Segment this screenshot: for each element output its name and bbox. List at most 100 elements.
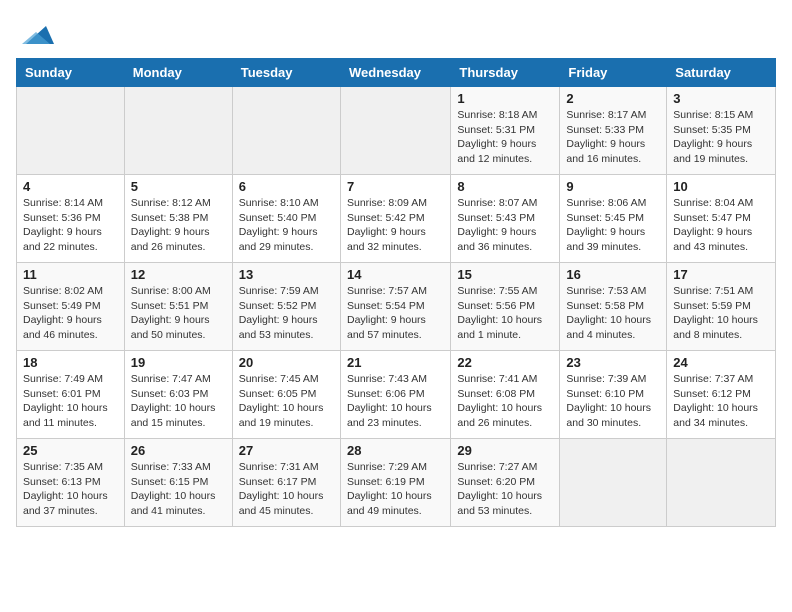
calendar-cell: [124, 87, 232, 175]
day-info: Sunrise: 8:09 AM Sunset: 5:42 PM Dayligh…: [347, 196, 444, 255]
weekday-header-monday: Monday: [124, 59, 232, 87]
day-number: 18: [23, 355, 118, 370]
day-number: 21: [347, 355, 444, 370]
calendar-cell: 17Sunrise: 7:51 AM Sunset: 5:59 PM Dayli…: [667, 263, 776, 351]
weekday-header-friday: Friday: [560, 59, 667, 87]
day-info: Sunrise: 7:37 AM Sunset: 6:12 PM Dayligh…: [673, 372, 769, 431]
day-number: 28: [347, 443, 444, 458]
calendar-cell: [340, 87, 450, 175]
day-info: Sunrise: 8:18 AM Sunset: 5:31 PM Dayligh…: [457, 108, 553, 167]
calendar-cell: 3 Sunrise: 8:15 AM Sunset: 5:35 PM Daylig…: [667, 87, 776, 175]
day-number: 29: [457, 443, 553, 458]
calendar-cell: 25 Sunrise: 7:35 AM Sunset: 6:13 PM Dayli…: [17, 439, 125, 527]
calendar-cell: 1 Sunrise: 8:18 AM Sunset: 5:31 PM Daylig…: [451, 87, 560, 175]
day-info: Sunrise: 8:14 AM Sunset: 5:36 PM Dayligh…: [23, 196, 118, 255]
weekday-header-row: SundayMondayTuesdayWednesdayThursdayFrid…: [17, 59, 776, 87]
calendar-cell: 24 Sunrise: 7:37 AM Sunset: 6:12 PM Dayli…: [667, 351, 776, 439]
calendar-cell: 13 Sunrise: 7:59 AM Sunset: 5:52 PM Dayli…: [232, 263, 340, 351]
weekday-header-saturday: Saturday: [667, 59, 776, 87]
day-number: 8: [457, 179, 553, 194]
day-info: Sunrise: 7:33 AM Sunset: 6:15 PM Dayligh…: [131, 460, 226, 519]
day-number: 17: [673, 267, 769, 282]
day-info: Sunrise: 7:41 AM Sunset: 6:08 PM Dayligh…: [457, 372, 553, 431]
day-info: Sunrise: 7:31 AM Sunset: 6:17 PM Dayligh…: [239, 460, 334, 519]
calendar-cell: 8 Sunrise: 8:07 AM Sunset: 5:43 PM Daylig…: [451, 175, 560, 263]
calendar-week-1: 1 Sunrise: 8:18 AM Sunset: 5:31 PM Daylig…: [17, 87, 776, 175]
calendar-cell: [17, 87, 125, 175]
day-info: Sunrise: 7:49 AM Sunset: 6:01 PM Dayligh…: [23, 372, 118, 431]
calendar-cell: 5Sunrise: 8:12 AM Sunset: 5:38 PM Daylig…: [124, 175, 232, 263]
day-number: 11: [23, 267, 118, 282]
calendar-week-3: 11 Sunrise: 8:02 AM Sunset: 5:49 PM Dayli…: [17, 263, 776, 351]
day-number: 15: [457, 267, 553, 282]
day-info: Sunrise: 7:27 AM Sunset: 6:20 PM Dayligh…: [457, 460, 553, 519]
calendar-cell: [232, 87, 340, 175]
day-info: Sunrise: 7:57 AM Sunset: 5:54 PM Dayligh…: [347, 284, 444, 343]
day-info: Sunrise: 7:35 AM Sunset: 6:13 PM Dayligh…: [23, 460, 118, 519]
day-info: Sunrise: 7:29 AM Sunset: 6:19 PM Dayligh…: [347, 460, 444, 519]
weekday-header-wednesday: Wednesday: [340, 59, 450, 87]
day-number: 3: [673, 91, 769, 106]
calendar-cell: [560, 439, 667, 527]
calendar-cell: 11 Sunrise: 8:02 AM Sunset: 5:49 PM Dayli…: [17, 263, 125, 351]
day-number: 6: [239, 179, 334, 194]
day-number: 13: [239, 267, 334, 282]
day-info: Sunrise: 7:47 AM Sunset: 6:03 PM Dayligh…: [131, 372, 226, 431]
day-info: Sunrise: 8:17 AM Sunset: 5:33 PM Dayligh…: [566, 108, 660, 167]
day-number: 9: [566, 179, 660, 194]
calendar-cell: 29 Sunrise: 7:27 AM Sunset: 6:20 PM Dayli…: [451, 439, 560, 527]
calendar-cell: 19 Sunrise: 7:47 AM Sunset: 6:03 PM Dayli…: [124, 351, 232, 439]
day-info: Sunrise: 7:43 AM Sunset: 6:06 PM Dayligh…: [347, 372, 444, 431]
calendar-cell: 27 Sunrise: 7:31 AM Sunset: 6:17 PM Dayli…: [232, 439, 340, 527]
day-info: Sunrise: 8:06 AM Sunset: 5:45 PM Dayligh…: [566, 196, 660, 255]
weekday-header-thursday: Thursday: [451, 59, 560, 87]
day-info: Sunrise: 8:02 AM Sunset: 5:49 PM Dayligh…: [23, 284, 118, 343]
calendar-cell: 2 Sunrise: 8:17 AM Sunset: 5:33 PM Daylig…: [560, 87, 667, 175]
day-number: 27: [239, 443, 334, 458]
calendar-header: SundayMondayTuesdayWednesdayThursdayFrid…: [17, 59, 776, 87]
day-info: Sunrise: 8:10 AM Sunset: 5:40 PM Dayligh…: [239, 196, 334, 255]
day-info: Sunrise: 7:55 AM Sunset: 5:56 PM Dayligh…: [457, 284, 553, 343]
calendar-cell: 9 Sunrise: 8:06 AM Sunset: 5:45 PM Daylig…: [560, 175, 667, 263]
calendar-cell: 6 Sunrise: 8:10 AM Sunset: 5:40 PM Daylig…: [232, 175, 340, 263]
day-number: 7: [347, 179, 444, 194]
page-header: [16, 16, 776, 48]
day-info: Sunrise: 7:39 AM Sunset: 6:10 PM Dayligh…: [566, 372, 660, 431]
calendar-week-5: 25 Sunrise: 7:35 AM Sunset: 6:13 PM Dayli…: [17, 439, 776, 527]
calendar-cell: 7 Sunrise: 8:09 AM Sunset: 5:42 PM Daylig…: [340, 175, 450, 263]
calendar-cell: 18 Sunrise: 7:49 AM Sunset: 6:01 PM Dayli…: [17, 351, 125, 439]
day-info: Sunrise: 8:12 AM Sunset: 5:38 PM Dayligh…: [131, 196, 226, 255]
day-number: 2: [566, 91, 660, 106]
day-number: 20: [239, 355, 334, 370]
calendar-cell: 21 Sunrise: 7:43 AM Sunset: 6:06 PM Dayli…: [340, 351, 450, 439]
day-info: Sunrise: 8:15 AM Sunset: 5:35 PM Dayligh…: [673, 108, 769, 167]
day-info: Sunrise: 8:07 AM Sunset: 5:43 PM Dayligh…: [457, 196, 553, 255]
day-number: 10: [673, 179, 769, 194]
day-number: 19: [131, 355, 226, 370]
day-info: Sunrise: 7:45 AM Sunset: 6:05 PM Dayligh…: [239, 372, 334, 431]
day-number: 14: [347, 267, 444, 282]
calendar-table: SundayMondayTuesdayWednesdayThursdayFrid…: [16, 58, 776, 527]
calendar-cell: 22Sunrise: 7:41 AM Sunset: 6:08 PM Dayli…: [451, 351, 560, 439]
calendar-cell: 10 Sunrise: 8:04 AM Sunset: 5:47 PM Dayli…: [667, 175, 776, 263]
calendar-cell: 4Sunrise: 8:14 AM Sunset: 5:36 PM Daylig…: [17, 175, 125, 263]
calendar-cell: 15 Sunrise: 7:55 AM Sunset: 5:56 PM Dayli…: [451, 263, 560, 351]
weekday-header-sunday: Sunday: [17, 59, 125, 87]
day-info: Sunrise: 8:00 AM Sunset: 5:51 PM Dayligh…: [131, 284, 226, 343]
day-info: Sunrise: 8:04 AM Sunset: 5:47 PM Dayligh…: [673, 196, 769, 255]
logo-icon: [16, 16, 56, 52]
day-number: 1: [457, 91, 553, 106]
day-number: 16: [566, 267, 660, 282]
calendar-body: 1 Sunrise: 8:18 AM Sunset: 5:31 PM Daylig…: [17, 87, 776, 527]
weekday-header-tuesday: Tuesday: [232, 59, 340, 87]
day-number: 12: [131, 267, 226, 282]
calendar-week-2: 4Sunrise: 8:14 AM Sunset: 5:36 PM Daylig…: [17, 175, 776, 263]
day-info: Sunrise: 7:59 AM Sunset: 5:52 PM Dayligh…: [239, 284, 334, 343]
day-info: Sunrise: 7:53 AM Sunset: 5:58 PM Dayligh…: [566, 284, 660, 343]
calendar-cell: [667, 439, 776, 527]
day-number: 25: [23, 443, 118, 458]
day-number: 24: [673, 355, 769, 370]
calendar-cell: 16 Sunrise: 7:53 AM Sunset: 5:58 PM Dayli…: [560, 263, 667, 351]
calendar-cell: 14 Sunrise: 7:57 AM Sunset: 5:54 PM Dayli…: [340, 263, 450, 351]
calendar-cell: 12 Sunrise: 8:00 AM Sunset: 5:51 PM Dayli…: [124, 263, 232, 351]
